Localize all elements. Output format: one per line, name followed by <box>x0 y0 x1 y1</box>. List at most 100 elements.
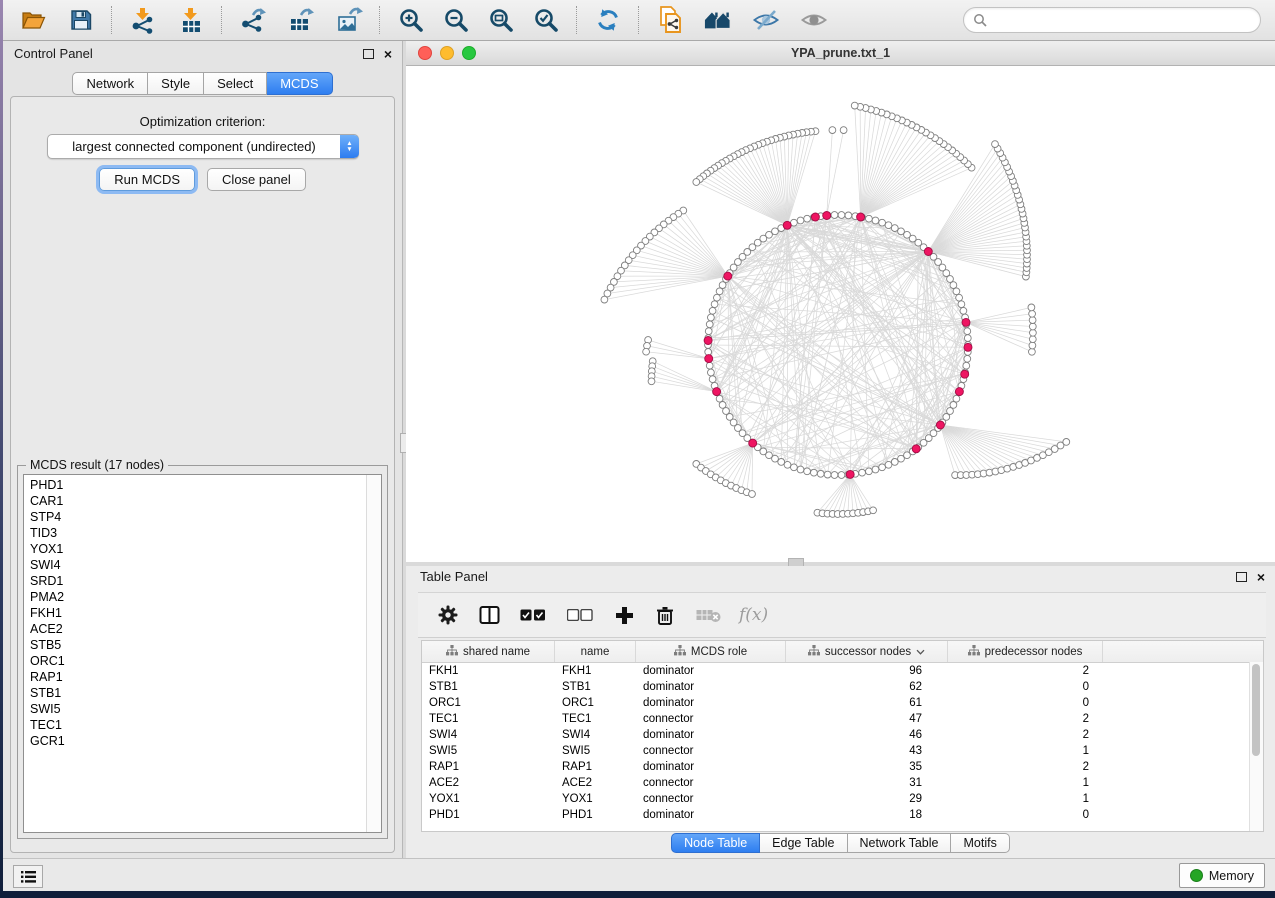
table-row[interactable]: SWI5SWI5connector431 <box>422 743 1263 759</box>
table-scrollbar-thumb[interactable] <box>1252 664 1260 756</box>
list-item[interactable]: STP4 <box>24 509 366 525</box>
application-window: Control Panel × NetworkStyleSelectMCDS O… <box>3 0 1275 890</box>
list-item[interactable]: GCR1 <box>24 733 366 749</box>
delete-column-icon[interactable] <box>653 603 677 627</box>
cell: dominator <box>636 759 786 775</box>
cell: connector <box>636 775 786 791</box>
cell: STB1 <box>422 679 555 695</box>
cell: ACE2 <box>555 775 636 791</box>
list-item[interactable]: PHD1 <box>24 477 366 493</box>
mcds-result-list[interactable]: PHD1CAR1STP4TID3YOX1SWI4SRD1PMA2FKH1ACE2… <box>23 474 382 833</box>
close-panel-button[interactable]: Close panel <box>207 168 306 191</box>
cell: 2 <box>948 711 1103 727</box>
table-tab-node-table[interactable]: Node Table <box>671 833 760 853</box>
run-mcds-button[interactable]: Run MCDS <box>99 168 195 191</box>
column-header-MCDS-role[interactable]: MCDS role <box>636 641 786 662</box>
result-list-scrollbar[interactable] <box>366 475 381 832</box>
table-tab-network-table[interactable]: Network Table <box>848 833 952 853</box>
table-row[interactable]: ORC1ORC1dominator610 <box>422 695 1263 711</box>
table-row[interactable]: RAP1RAP1dominator352 <box>422 759 1263 775</box>
list-item[interactable]: TID3 <box>24 525 366 541</box>
import-network-icon[interactable] <box>129 6 157 34</box>
network-canvas[interactable] <box>406 66 1275 562</box>
settings-gear-icon[interactable] <box>436 603 460 627</box>
close-panel-icon[interactable]: × <box>384 49 392 59</box>
cell: PHD1 <box>555 807 636 823</box>
zoom-out-icon[interactable] <box>442 6 470 34</box>
export-network-icon[interactable] <box>239 6 267 34</box>
tree-icon <box>968 645 980 659</box>
table-scrollbar[interactable] <box>1249 662 1263 831</box>
table-row[interactable]: YOX1YOX1connector291 <box>422 791 1263 807</box>
criterion-dropdown[interactable]: largest connected component (undirected)… <box>47 134 359 159</box>
tree-icon <box>446 645 458 659</box>
column-header-successor-nodes[interactable]: successor nodes <box>786 641 948 662</box>
table-row[interactable]: PHD1PHD1dominator180 <box>422 807 1263 823</box>
network-window-titlebar: YPA_prune.txt_1 <box>406 41 1275 66</box>
search-box[interactable] <box>963 7 1261 33</box>
open-folder-icon[interactable] <box>19 6 47 34</box>
zoom-selected-icon[interactable] <box>532 6 560 34</box>
list-item[interactable]: STB1 <box>24 685 366 701</box>
network-graph[interactable] <box>406 66 1272 561</box>
import-table-icon[interactable] <box>177 6 205 34</box>
export-table-icon[interactable] <box>287 6 315 34</box>
tab-network[interactable]: Network <box>72 72 148 95</box>
table-row[interactable]: SWI4SWI4dominator462 <box>422 727 1263 743</box>
column-header-predecessor-nodes[interactable]: predecessor nodes <box>948 641 1103 662</box>
table-row[interactable]: FKH1FKH1dominator962 <box>422 663 1263 679</box>
function-builder-icon: f(x) <box>739 605 768 625</box>
search-icon <box>973 13 987 27</box>
tab-style[interactable]: Style <box>148 72 204 95</box>
list-item[interactable]: FKH1 <box>24 605 366 621</box>
list-item[interactable]: SRD1 <box>24 573 366 589</box>
list-item[interactable]: YOX1 <box>24 541 366 557</box>
save-icon[interactable] <box>67 6 95 34</box>
cell: dominator <box>636 695 786 711</box>
add-column-icon[interactable] <box>612 603 636 627</box>
list-item[interactable]: CAR1 <box>24 493 366 509</box>
list-item[interactable]: SWI4 <box>24 557 366 573</box>
node-table[interactable]: shared namenameMCDS rolesuccessor nodesp… <box>421 640 1264 832</box>
list-item[interactable]: TEC1 <box>24 717 366 733</box>
toggle-columns-icon[interactable] <box>477 603 501 627</box>
table-tab-motifs[interactable]: Motifs <box>951 833 1009 853</box>
column-header-name[interactable]: name <box>555 641 636 662</box>
mcds-result-group: MCDS result (17 nodes) PHD1CAR1STP4TID3Y… <box>17 465 388 839</box>
main-toolbar <box>3 0 1275 41</box>
list-item[interactable]: ORC1 <box>24 653 366 669</box>
memory-button[interactable]: Memory <box>1179 863 1265 888</box>
first-neighbors-icon[interactable] <box>704 6 732 34</box>
table-row[interactable]: TEC1TEC1connector472 <box>422 711 1263 727</box>
deselect-all-icon[interactable] <box>565 603 595 627</box>
clone-network-icon[interactable] <box>656 6 684 34</box>
table-toolbar: f(x) <box>418 592 1266 638</box>
table-row[interactable]: STB1STB1dominator620 <box>422 679 1263 695</box>
cell: PHD1 <box>422 807 555 823</box>
list-item[interactable]: ACE2 <box>24 621 366 637</box>
cell: 96 <box>786 663 948 679</box>
float-panel-icon[interactable] <box>363 49 374 59</box>
search-input[interactable] <box>992 12 1251 28</box>
cell: dominator <box>636 727 786 743</box>
table-tab-edge-table[interactable]: Edge Table <box>760 833 847 853</box>
list-item[interactable]: RAP1 <box>24 669 366 685</box>
table-row[interactable]: ACE2ACE2connector311 <box>422 775 1263 791</box>
select-all-icon[interactable] <box>518 603 548 627</box>
close-table-panel-icon[interactable]: × <box>1257 572 1265 582</box>
zoom-in-icon[interactable] <box>397 6 425 34</box>
refresh-icon[interactable] <box>594 6 622 34</box>
list-item[interactable]: SWI5 <box>24 701 366 717</box>
export-image-icon[interactable] <box>335 6 363 34</box>
zoom-fit-icon[interactable] <box>487 6 515 34</box>
task-history-button[interactable] <box>13 865 43 888</box>
cell: dominator <box>636 679 786 695</box>
hide-selected-eye-icon[interactable] <box>752 6 780 34</box>
list-item[interactable]: STB5 <box>24 637 366 653</box>
column-header-shared-name[interactable]: shared name <box>422 641 555 662</box>
list-item[interactable]: PMA2 <box>24 589 366 605</box>
float-table-panel-icon[interactable] <box>1236 572 1247 582</box>
mcds-tab-panel: Optimization criterion: largest connecte… <box>10 96 395 853</box>
tab-mcds[interactable]: MCDS <box>267 72 332 95</box>
tab-select[interactable]: Select <box>204 72 267 95</box>
